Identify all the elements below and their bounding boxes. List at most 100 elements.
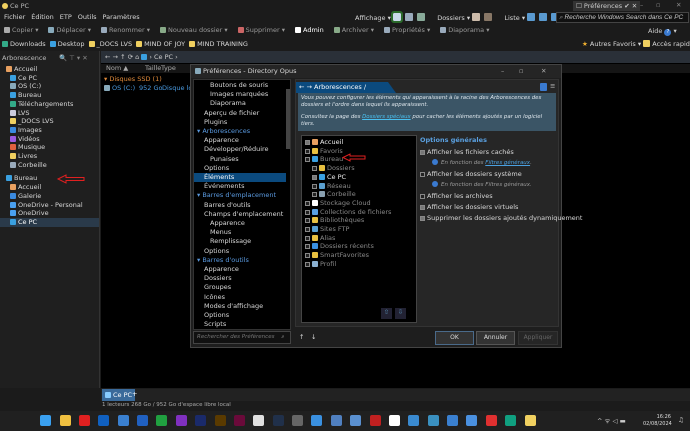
- dialog-close[interactable]: ✕: [541, 65, 546, 78]
- taskbar-app[interactable]: [195, 415, 207, 426]
- checkbox[interactable]: [305, 253, 310, 259]
- sidebar-item[interactable]: Champs d'emplacement: [194, 210, 286, 219]
- autres-favoris-button[interactable]: Autres Favoris: [590, 40, 636, 48]
- sidebar-item[interactable]: Dossiers: [194, 274, 286, 283]
- taskbar-app[interactable]: [214, 415, 226, 426]
- favorite-item[interactable]: MIND OF JOY: [136, 40, 185, 48]
- move-down-button[interactable]: ↓: [311, 333, 316, 341]
- taskbar-app[interactable]: [59, 415, 71, 426]
- tray-icons[interactable]: ^ ᯤ ◁ ▬: [597, 416, 626, 425]
- taskbar-app[interactable]: [78, 415, 90, 426]
- affichage-button[interactable]: Affichage: [355, 14, 386, 22]
- view-icon[interactable]: [417, 13, 426, 21]
- liste-button[interactable]: Liste: [504, 14, 519, 22]
- checkbox[interactable]: [420, 194, 425, 199]
- taskbar-app[interactable]: [485, 415, 497, 426]
- tree-item[interactable]: Corbeille: [0, 161, 99, 170]
- tree-item[interactable]: LVS: [0, 109, 99, 118]
- taskbar-app[interactable]: [427, 415, 439, 426]
- sidebar-item[interactable]: Groupes: [194, 283, 286, 292]
- option-checkbox[interactable]: Afficher les dossiers virtuels: [420, 203, 560, 211]
- checkbox[interactable]: [305, 244, 310, 250]
- tree-item[interactable]: Images: [0, 126, 99, 135]
- checkbox[interactable]: [305, 218, 310, 224]
- taskbar-app[interactable]: [524, 415, 536, 426]
- checkbox[interactable]: [420, 172, 425, 177]
- sidebar-item[interactable]: Événements: [194, 182, 286, 191]
- element-item[interactable]: Profil: [305, 260, 336, 269]
- checkbox[interactable]: [305, 200, 310, 206]
- sidebar-item[interactable]: Boutons de souris: [194, 81, 286, 90]
- sidebar-item[interactable]: Barres d'outils: [194, 201, 286, 210]
- view-icon[interactable]: [472, 13, 481, 21]
- tree-item[interactable]: OneDrive - Personal: [0, 201, 99, 210]
- sidebar-section[interactable]: ▾ Barres d'emplacement: [194, 191, 286, 200]
- taskbar-app[interactable]: [505, 415, 517, 426]
- element-item[interactable]: Sites FTP: [305, 225, 349, 234]
- sidebar-item[interactable]: Options: [194, 247, 286, 256]
- sidebar-item[interactable]: Éléments: [194, 173, 286, 182]
- toolbar-button[interactable]: Nouveau dossier ▾: [159, 26, 228, 34]
- dossiers-button[interactable]: Dossiers: [437, 14, 465, 22]
- close-button[interactable]: ✕: [676, 1, 681, 9]
- column-type[interactable]: Type: [161, 64, 176, 73]
- option-checkbox[interactable]: Supprimer les dossiers ajoutés dynamique…: [420, 214, 582, 222]
- tree-item[interactable]: Galerie: [0, 192, 99, 201]
- dialog-maximize[interactable]: ▫: [519, 65, 523, 78]
- menu-item[interactable]: Outils: [78, 13, 97, 21]
- taskbar-app[interactable]: [253, 415, 265, 426]
- element-up-button[interactable]: ⇧: [381, 308, 392, 319]
- sidebar-item[interactable]: Aperçu de fichier: [194, 109, 286, 118]
- checkbox[interactable]: [305, 227, 310, 232]
- checkbox[interactable]: [305, 261, 310, 267]
- prefs-search-input[interactable]: Rechercher des Préférences ⌕: [193, 331, 291, 344]
- new-tab-button[interactable]: +: [132, 390, 137, 398]
- sidebar-item[interactable]: Plugins: [194, 118, 286, 127]
- toolbar-button[interactable]: Supprimer ▾: [237, 26, 285, 34]
- tree-item[interactable]: OS (C:): [0, 82, 99, 91]
- sidebar-item[interactable]: Images marquées: [194, 90, 286, 99]
- start-button[interactable]: [40, 415, 52, 426]
- special-folders-link[interactable]: Dossiers spéciaux: [362, 114, 411, 120]
- element-item[interactable]: Bibliothèques: [305, 216, 364, 225]
- tree-item[interactable]: Musique: [0, 143, 99, 152]
- taskbar-app[interactable]: [272, 415, 284, 426]
- checkbox[interactable]: [312, 183, 317, 189]
- taskbar-app[interactable]: [369, 415, 381, 426]
- column-name[interactable]: Nom ▲: [106, 64, 128, 73]
- acces-rapide-button[interactable]: Accès rapide: [652, 40, 690, 48]
- tree-item[interactable]: _DOCS LVS: [0, 117, 99, 126]
- view-icon[interactable]: [484, 13, 493, 21]
- checkbox[interactable]: [305, 148, 310, 154]
- taskbar-app[interactable]: [447, 415, 459, 426]
- sidebar-scrollbar[interactable]: [286, 89, 290, 149]
- favorite-item[interactable]: _DOCS LVS: [88, 40, 132, 48]
- tree-item[interactable]: Accueil: [0, 65, 99, 74]
- tree-item[interactable]: Ce PC: [0, 74, 99, 83]
- filters-link[interactable]: Filtres généraux: [485, 160, 530, 166]
- menu-item[interactable]: Édition: [31, 13, 54, 21]
- search-input[interactable]: ⌕ Recherche Windows Search dans Ce PC: [556, 12, 689, 23]
- help-button[interactable]: Aide ? ▾: [648, 27, 677, 36]
- tree-item[interactable]: OneDrive: [0, 209, 99, 218]
- notification-icon[interactable]: ♫: [678, 416, 684, 424]
- column-size[interactable]: Taille: [145, 64, 161, 73]
- forward-button[interactable]: →: [113, 53, 118, 61]
- toolbar-button[interactable]: Diaporama ▾: [440, 26, 489, 34]
- taskbar-app[interactable]: [466, 415, 478, 426]
- element-item[interactable]: Collections de fichiers: [305, 208, 391, 217]
- taskbar-app[interactable]: [311, 415, 323, 426]
- option-checkbox[interactable]: Afficher les archives: [420, 192, 560, 200]
- checkbox[interactable]: [305, 209, 310, 215]
- taskbar-app[interactable]: [330, 415, 342, 426]
- element-item[interactable]: Alias: [305, 234, 335, 243]
- element-item[interactable]: Dossiers: [312, 164, 355, 173]
- tree-header-icons[interactable]: 🔍 ⊤ ▾ ✕: [59, 54, 88, 62]
- view-icon[interactable]: [390, 11, 403, 23]
- sidebar-section[interactable]: ▾ Arborescences: [194, 127, 286, 136]
- taskbar-app[interactable]: [156, 415, 168, 426]
- checkbox[interactable]: [312, 174, 317, 180]
- taskbar-app[interactable]: [98, 415, 110, 426]
- checkbox[interactable]: [305, 157, 310, 163]
- toolbar-button[interactable]: Propriétés ▾: [384, 26, 430, 34]
